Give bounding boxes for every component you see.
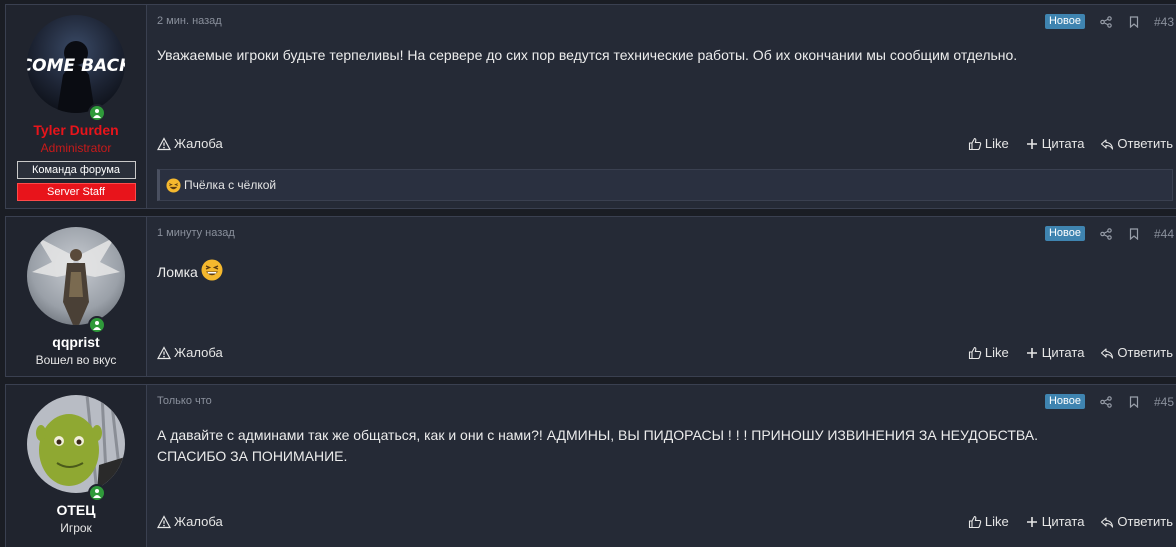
bookmark-icon[interactable]: [1127, 227, 1141, 241]
user-avatar[interactable]: [27, 227, 125, 325]
like-button[interactable]: Like: [968, 514, 1009, 529]
user-title: Administrator: [40, 141, 112, 155]
user-title: Игрок: [60, 521, 92, 535]
thumbs-up-icon: [968, 515, 982, 528]
reply-button[interactable]: Ответить: [1100, 136, 1173, 151]
post-44: qqprist Вошел во вкус 1 минуту назад Нов…: [5, 216, 1176, 377]
post-43: COME BACK Tyler Durden Administrator Ком…: [5, 4, 1176, 209]
post-user-cell: qqprist Вошел во вкус: [6, 217, 147, 376]
user-avatar[interactable]: COME BACK: [27, 15, 125, 113]
post-45: ОТЕЦ Игрок Только что Новое #45 А давайт…: [5, 384, 1176, 547]
post-body-line: А давайте с админами так же общаться, ка…: [157, 427, 1038, 443]
online-status-icon: [88, 104, 106, 122]
laughing-emoji-icon: [166, 177, 181, 193]
post-time[interactable]: 1 минуту назад: [157, 227, 235, 239]
user-avatar[interactable]: [27, 395, 125, 493]
badge-forum-team: Команда форума: [16, 161, 136, 179]
reply-icon: [1101, 516, 1114, 528]
new-badge: Новое: [1044, 394, 1085, 409]
post-number[interactable]: #44: [1154, 227, 1176, 241]
bookmark-icon[interactable]: [1127, 395, 1141, 409]
plus-icon: [1026, 347, 1037, 358]
username[interactable]: qqprist: [52, 334, 99, 350]
post-user-cell: COME BACK Tyler Durden Administrator Ком…: [6, 5, 147, 208]
thumbs-up-icon: [968, 137, 982, 150]
reactions-text[interactable]: Пчёлка с чёлкой: [184, 178, 276, 192]
quote-button[interactable]: Цитата: [1025, 136, 1084, 151]
thread: COME BACK Tyler Durden Administrator Ком…: [0, 0, 1176, 547]
post-time[interactable]: Только что: [157, 395, 212, 407]
warning-icon: [157, 345, 171, 359]
reply-button[interactable]: Ответить: [1100, 345, 1173, 360]
username[interactable]: Tyler Durden: [33, 122, 118, 138]
quote-button[interactable]: Цитата: [1025, 514, 1084, 529]
plus-icon: [1026, 516, 1037, 527]
reply-button[interactable]: Ответить: [1100, 514, 1173, 529]
report-button[interactable]: Жалоба: [157, 514, 223, 529]
grinning-squinting-emoji-icon: [201, 259, 223, 281]
post-main: Только что Новое #45 А давайте с админам…: [147, 385, 1176, 547]
user-title: Вошел во вкус: [35, 353, 117, 367]
post-number[interactable]: #43: [1154, 15, 1176, 29]
reactions-bar[interactable]: Пчёлка с чёлкой: [157, 169, 1173, 201]
like-button[interactable]: Like: [968, 136, 1009, 151]
online-status-icon: [88, 316, 106, 334]
online-status-icon: [88, 484, 106, 502]
post-time[interactable]: 2 мин. назад: [157, 15, 222, 27]
plus-icon: [1026, 138, 1037, 149]
share-icon[interactable]: [1099, 15, 1113, 29]
report-button[interactable]: Жалоба: [157, 345, 223, 360]
thumbs-up-icon: [968, 346, 982, 359]
reply-icon: [1101, 138, 1114, 150]
like-button[interactable]: Like: [968, 345, 1009, 360]
post-body-line: СПАСИБО ЗА ПОНИМАНИЕ.: [157, 448, 348, 464]
post-user-cell: ОТЕЦ Игрок: [6, 385, 147, 547]
warning-icon: [157, 136, 171, 150]
share-icon[interactable]: [1099, 395, 1113, 409]
post-body: А давайте с админами так же общаться, ка…: [157, 425, 1166, 467]
username[interactable]: ОТЕЦ: [56, 502, 95, 518]
post-main: 1 минуту назад Новое #44 Ломка Жалоба Li…: [147, 217, 1176, 376]
badge-server-staff: Server Staff: [16, 183, 136, 201]
post-body: Уважаемые игроки будьте терпеливы! На се…: [157, 47, 1018, 63]
post-main: 2 мин. назад Новое #43 Уважаемые игроки …: [147, 5, 1176, 208]
reply-icon: [1101, 347, 1114, 359]
new-badge: Новое: [1044, 226, 1085, 241]
new-badge: Новое: [1044, 14, 1085, 29]
svg-text:COME BACK: COME BACK: [27, 56, 125, 76]
report-button[interactable]: Жалоба: [157, 136, 223, 151]
quote-button[interactable]: Цитата: [1025, 345, 1084, 360]
share-icon[interactable]: [1099, 227, 1113, 241]
warning-icon: [157, 514, 171, 528]
post-body: Ломка: [157, 259, 1166, 283]
post-number[interactable]: #45: [1154, 395, 1176, 409]
bookmark-icon[interactable]: [1127, 15, 1141, 29]
